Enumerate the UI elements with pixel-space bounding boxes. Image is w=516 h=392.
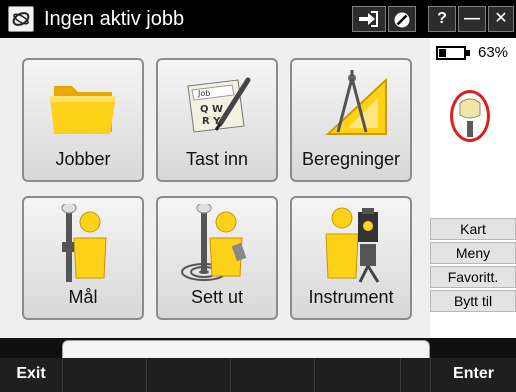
tile-label: Sett ut	[190, 287, 244, 307]
tile-sett-ut[interactable]: Sett ut	[156, 196, 278, 320]
tile-instrument[interactable]: Instrument	[290, 196, 412, 320]
surveyor-measure-icon	[61, 204, 107, 282]
gnss-receiver-status[interactable]	[450, 90, 490, 142]
favoritt-button[interactable]: Favoritt.	[430, 266, 516, 288]
softkey-6[interactable]	[400, 358, 430, 392]
tile-jobber[interactable]: Jobber	[22, 58, 144, 182]
softkey-bar: Exit Enter	[0, 338, 516, 392]
help-button[interactable]: ?	[428, 6, 456, 32]
login-arrow-button[interactable]	[352, 6, 386, 32]
softkey-3[interactable]	[146, 358, 230, 392]
softkey-2[interactable]	[62, 358, 146, 392]
trimble-logo-icon[interactable]	[8, 6, 34, 32]
no-entry-button[interactable]	[388, 6, 416, 32]
minimize-button[interactable]: —	[458, 6, 486, 32]
svg-text:Job: Job	[197, 89, 210, 98]
keyin-card-icon: Job Q W R Y	[187, 77, 251, 133]
kart-button[interactable]: Kart	[430, 218, 516, 240]
meny-button[interactable]: Meny	[430, 242, 516, 264]
surveyor-stakeout-icon	[181, 204, 247, 281]
tile-label: Jobber	[55, 149, 111, 169]
softkey-5[interactable]	[314, 358, 400, 392]
tile-label: Tast inn	[185, 149, 249, 169]
softkey-4[interactable]	[230, 358, 314, 392]
bytt-til-button[interactable]: Bytt til	[430, 290, 516, 312]
tile-label: Mål	[68, 287, 98, 307]
tile-beregninger[interactable]: Beregninger	[290, 58, 412, 182]
exit-softkey[interactable]: Exit	[0, 358, 62, 392]
close-button[interactable]: ✕	[488, 6, 514, 32]
battery-icon	[436, 46, 470, 60]
gnss-receiver-icon	[459, 98, 481, 137]
folder-icon	[50, 86, 116, 134]
tile-label: Beregninger	[301, 149, 401, 169]
battery-percent: 63%	[478, 44, 509, 61]
compass-triangle-icon	[325, 70, 387, 135]
enter-softkey[interactable]: Enter	[430, 358, 516, 392]
svg-text:Q W: Q W	[200, 104, 223, 115]
surveyor-instrument-icon	[325, 207, 380, 283]
tile-label: Instrument	[308, 287, 394, 307]
title-bar: Ingen aktiv jobb ? — ✕	[0, 0, 516, 38]
status-panel: 63% Kart Meny Favoritt. Bytt til	[430, 38, 516, 338]
tile-maal[interactable]: Mål	[22, 196, 144, 320]
tile-tast-inn[interactable]: Job Q W R Y Tast inn	[156, 58, 278, 182]
window-title: Ingen aktiv jobb	[44, 8, 185, 30]
main-menu-area: Jobber Job Q W R Y Tast inn Beregninger	[0, 38, 430, 338]
